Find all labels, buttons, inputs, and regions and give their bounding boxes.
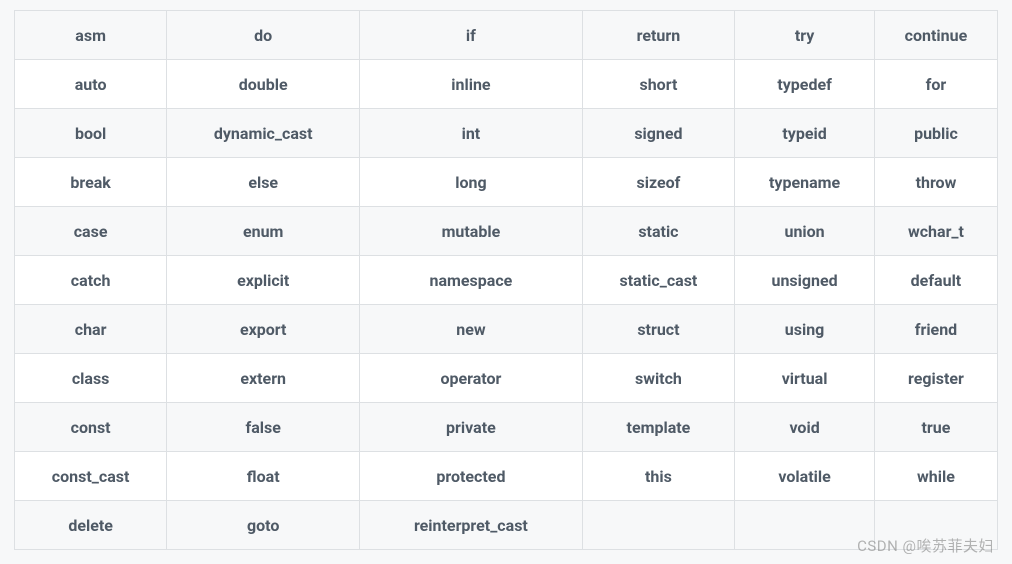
table-cell: volatile	[735, 452, 875, 501]
table-cell: signed	[582, 109, 735, 158]
table-cell: double	[167, 60, 360, 109]
table-row: const false private template void true	[15, 403, 998, 452]
table-cell: export	[167, 305, 360, 354]
keywords-table: asm do if return try continue auto doubl…	[14, 10, 998, 550]
table-cell: union	[735, 207, 875, 256]
table-cell: const	[15, 403, 167, 452]
table-body: asm do if return try continue auto doubl…	[15, 11, 998, 550]
table-cell: namespace	[360, 256, 582, 305]
table-cell: class	[15, 354, 167, 403]
table-cell: catch	[15, 256, 167, 305]
table-cell: typeid	[735, 109, 875, 158]
table-cell: typename	[735, 158, 875, 207]
table-cell: goto	[167, 501, 360, 550]
table-row: break else long sizeof typename throw	[15, 158, 998, 207]
table-row: auto double inline short typedef for	[15, 60, 998, 109]
table-cell: bool	[15, 109, 167, 158]
table-cell: explicit	[167, 256, 360, 305]
table-cell: unsigned	[735, 256, 875, 305]
table-cell: sizeof	[582, 158, 735, 207]
table-cell: float	[167, 452, 360, 501]
table-cell: return	[582, 11, 735, 60]
table-cell: asm	[15, 11, 167, 60]
table-cell: continue	[874, 11, 997, 60]
table-row: case enum mutable static union wchar_t	[15, 207, 998, 256]
table-cell: mutable	[360, 207, 582, 256]
table-cell: true	[874, 403, 997, 452]
table-cell: for	[874, 60, 997, 109]
table-cell: inline	[360, 60, 582, 109]
table-cell	[582, 501, 735, 550]
table-row: delete goto reinterpret_cast	[15, 501, 998, 550]
table-cell: if	[360, 11, 582, 60]
table-cell: using	[735, 305, 875, 354]
table-cell: public	[874, 109, 997, 158]
table-cell: reinterpret_cast	[360, 501, 582, 550]
table-cell: break	[15, 158, 167, 207]
table-cell: struct	[582, 305, 735, 354]
table-cell: long	[360, 158, 582, 207]
table-cell: while	[874, 452, 997, 501]
table-cell: friend	[874, 305, 997, 354]
table-cell: new	[360, 305, 582, 354]
table-cell: register	[874, 354, 997, 403]
table-cell: throw	[874, 158, 997, 207]
table-cell: const_cast	[15, 452, 167, 501]
table-row: bool dynamic_cast int signed typeid publ…	[15, 109, 998, 158]
table-cell: virtual	[735, 354, 875, 403]
table-row: const_cast float protected this volatile…	[15, 452, 998, 501]
table-cell	[874, 501, 997, 550]
table-cell: private	[360, 403, 582, 452]
table-cell: case	[15, 207, 167, 256]
table-cell: protected	[360, 452, 582, 501]
table-cell: else	[167, 158, 360, 207]
table-cell	[735, 501, 875, 550]
table-row: class extern operator switch virtual reg…	[15, 354, 998, 403]
table-cell: static_cast	[582, 256, 735, 305]
table-cell: extern	[167, 354, 360, 403]
table-cell: dynamic_cast	[167, 109, 360, 158]
table-cell: this	[582, 452, 735, 501]
table-cell: char	[15, 305, 167, 354]
table-row: char export new struct using friend	[15, 305, 998, 354]
table-cell: operator	[360, 354, 582, 403]
table-row: catch explicit namespace static_cast uns…	[15, 256, 998, 305]
table-cell: switch	[582, 354, 735, 403]
table-cell: try	[735, 11, 875, 60]
table-cell: template	[582, 403, 735, 452]
table-cell: auto	[15, 60, 167, 109]
table-cell: short	[582, 60, 735, 109]
table-row: asm do if return try continue	[15, 11, 998, 60]
table-cell: enum	[167, 207, 360, 256]
table-cell: delete	[15, 501, 167, 550]
table-cell: default	[874, 256, 997, 305]
table-cell: typedef	[735, 60, 875, 109]
table-cell: wchar_t	[874, 207, 997, 256]
table-cell: void	[735, 403, 875, 452]
table-cell: static	[582, 207, 735, 256]
table-cell: int	[360, 109, 582, 158]
table-cell: false	[167, 403, 360, 452]
table-cell: do	[167, 11, 360, 60]
